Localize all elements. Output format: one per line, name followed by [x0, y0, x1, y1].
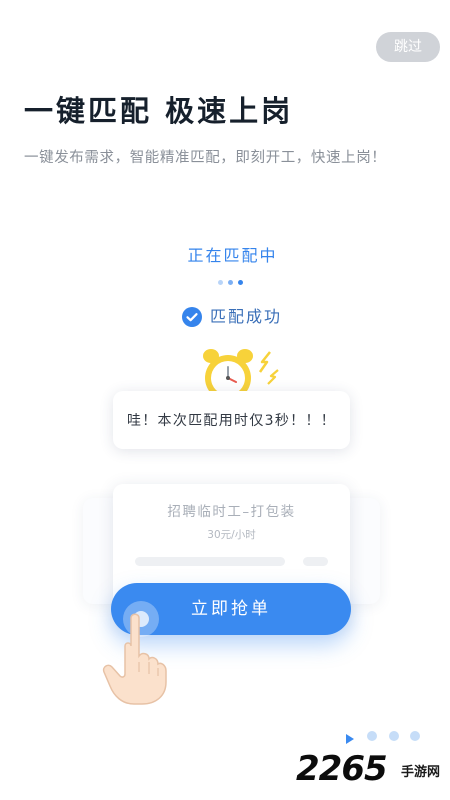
loading-dot [228, 280, 233, 285]
loading-dot [218, 280, 223, 285]
page-title: 一键匹配 极速上岗 [24, 94, 294, 128]
loading-dot [238, 280, 243, 285]
placeholder-bar [135, 557, 285, 566]
skip-button[interactable]: 跳过 [376, 32, 440, 62]
job-title: 招聘临时工–打包装 [167, 504, 296, 520]
play-arrow-icon [344, 730, 356, 749]
match-time-text: 哇！本次匹配用时仅3秒！！！ [126, 413, 337, 429]
pointing-hand-icon [100, 610, 170, 706]
match-time-toast: 哇！本次匹配用时仅3秒！！！ [113, 391, 350, 449]
watermark-text: 手游网 [401, 765, 441, 780]
page-dot[interactable] [367, 731, 377, 741]
page-subtitle: 一键发布需求，智能精准匹配，即刻开工，快速上岗！ [24, 150, 387, 166]
match-success-label: 匹配成功 [210, 307, 283, 326]
page-dot[interactable] [410, 731, 420, 741]
page-dot[interactable] [389, 731, 399, 741]
watermark-number: 2265 [296, 749, 388, 789]
placeholder-bar [303, 557, 328, 566]
job-pay: 30元/小时 [207, 529, 256, 541]
check-circle-icon [182, 307, 202, 327]
matching-status: 正在匹配中 [187, 246, 278, 265]
